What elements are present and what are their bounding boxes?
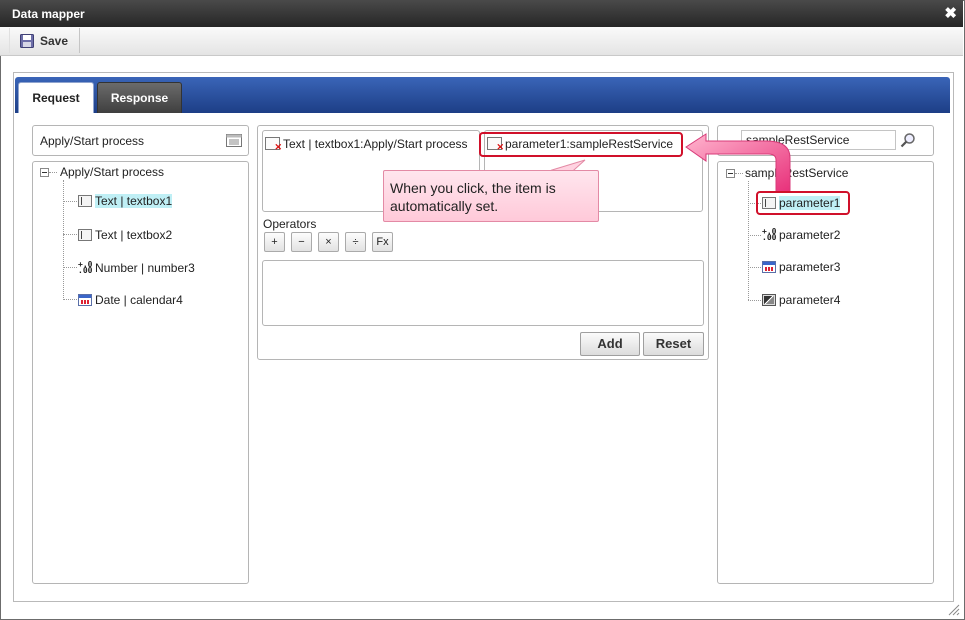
annotation-tooltip: When you click, the item is automaticall… [383, 170, 599, 222]
target-highlight [479, 132, 683, 157]
annotation-arrow [550, 133, 791, 193]
resize-grip-icon[interactable] [948, 604, 960, 616]
parameter-highlight [756, 191, 850, 215]
